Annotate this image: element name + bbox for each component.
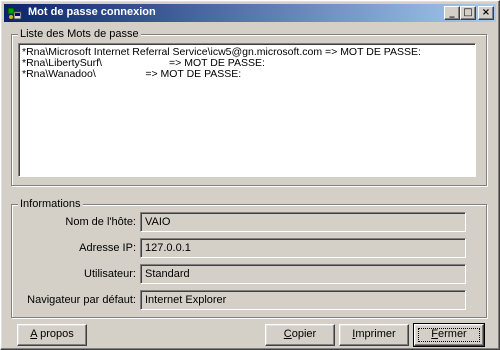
- minimize-button[interactable]: _: [444, 6, 460, 20]
- passwords-group: Liste des Mots de passe *Rna\Microsoft I…: [11, 28, 487, 186]
- copy-button-hotkey: C: [283, 328, 292, 340]
- ip-row: Adresse IP: 127.0.0.1: [12, 238, 482, 258]
- hostname-field[interactable]: VAIO: [140, 212, 466, 232]
- app-icon: [7, 5, 23, 21]
- browser-field[interactable]: Internet Explorer: [140, 290, 466, 310]
- ip-label: Adresse IP:: [79, 242, 136, 254]
- user-label: Utilisateur:: [84, 268, 136, 280]
- close-window-button[interactable]: ×: [478, 6, 494, 20]
- close-button[interactable]: Fermer: [413, 323, 485, 347]
- user-field[interactable]: Standard: [140, 264, 466, 284]
- about-button-hotkey: A: [30, 328, 38, 340]
- maximize-button[interactable]: □: [460, 6, 476, 20]
- focus-rectangle: [418, 328, 480, 342]
- about-button-label: propos: [37, 328, 74, 340]
- about-button[interactable]: A propos: [17, 324, 87, 346]
- ip-field[interactable]: 127.0.0.1: [140, 238, 466, 258]
- user-row: Utilisateur: Standard: [12, 264, 482, 284]
- browser-row: Navigateur par défaut: Internet Explorer: [12, 290, 482, 310]
- hostname-row: Nom de l'hôte: VAIO: [12, 212, 482, 232]
- password-entry[interactable]: *Rna\Wanadoo\ => MOT DE PASSE:: [22, 69, 472, 80]
- info-group-legend: Informations: [18, 198, 83, 210]
- password-list[interactable]: *Rna\Microsoft Internet Referral Service…: [18, 43, 476, 177]
- copy-button-label: opier: [291, 328, 317, 340]
- print-button-label: mprimer: [355, 328, 396, 340]
- print-button[interactable]: Imprimer: [339, 324, 409, 346]
- title-bar[interactable]: Mot de passe connexion _ □ ×: [4, 4, 496, 22]
- hostname-label: Nom de l'hôte:: [65, 216, 136, 228]
- dialog-window: Mot de passe connexion _ □ × Liste des M…: [0, 0, 500, 350]
- browser-label: Navigateur par défaut:: [27, 294, 136, 306]
- window-title: Mot de passe connexion: [28, 6, 156, 18]
- passwords-group-legend: Liste des Mots de passe: [18, 28, 141, 40]
- copy-button[interactable]: Copier: [265, 324, 335, 346]
- info-group: Informations Nom de l'hôte: VAIO Adresse…: [11, 198, 487, 318]
